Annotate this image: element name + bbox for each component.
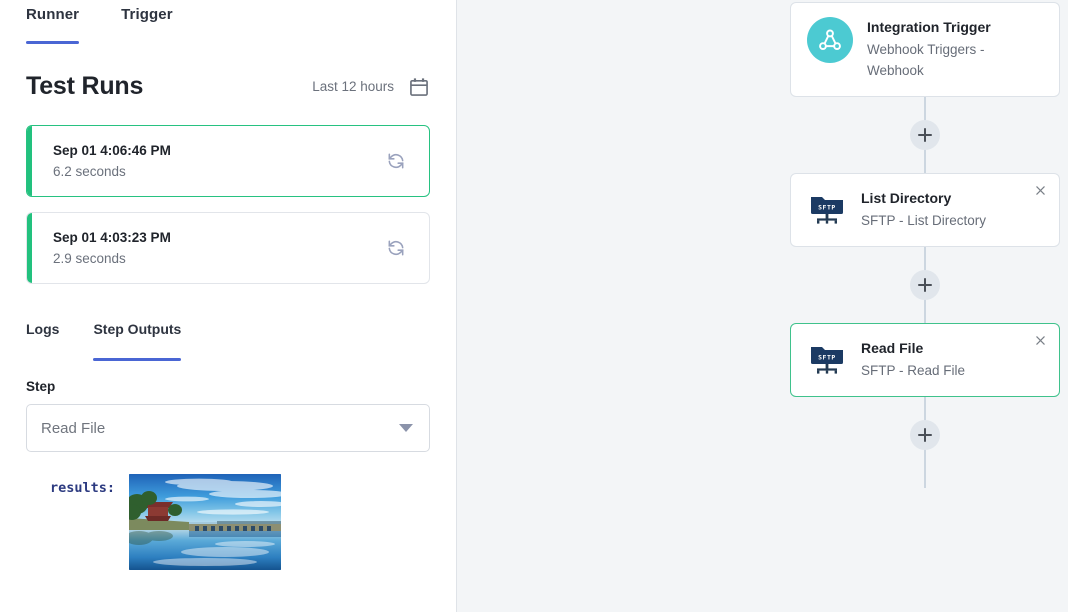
sftp-folder-icon: SFTP (807, 338, 847, 378)
plus-icon[interactable] (910, 419, 940, 450)
plus-icon[interactable] (910, 119, 940, 150)
app-root: Runner Trigger Test Runs Last 12 hours S… (0, 0, 1068, 612)
connector-line (924, 297, 926, 323)
tab-runner-label: Runner (26, 6, 80, 23)
tab-logs-label: Logs (26, 321, 60, 337)
results-key-label: results: (50, 480, 116, 496)
step-selector-group: Step Read File (0, 343, 456, 452)
add-step-slot-1 (790, 119, 1060, 150)
tab-trigger[interactable]: Trigger (121, 0, 173, 23)
svg-text:SFTP: SFTP (818, 353, 836, 361)
node-title: Integration Trigger (867, 19, 991, 35)
connector-line (924, 447, 926, 488)
sftp-folder-icon: SFTP (807, 188, 847, 228)
time-range-control[interactable]: Last 12 hours (312, 76, 430, 98)
tab-step-outputs-label: Step Outputs (93, 321, 182, 337)
node-title: Read File (861, 339, 924, 356)
calendar-icon[interactable] (408, 76, 430, 98)
run-info: Sep 01 4:03:23 PM 2.9 seconds (27, 230, 379, 266)
plus-icon[interactable] (910, 269, 940, 300)
test-run-item-1[interactable]: Sep 01 4:03:23 PM 2.9 seconds (26, 212, 430, 284)
time-range-label: Last 12 hours (312, 79, 394, 94)
left-panel: Runner Trigger Test Runs Last 12 hours S… (0, 0, 457, 612)
test-runs-header: Test Runs Last 12 hours (0, 46, 456, 101)
node-subtitle: SFTP - Read File (861, 362, 966, 378)
node-text-block: Read File SFTP - Read File (861, 338, 965, 382)
run-duration: 2.9 seconds (53, 251, 126, 266)
tab-active-underline (26, 41, 80, 44)
connector-line (924, 147, 926, 173)
tab-runner[interactable]: Runner (26, 0, 80, 44)
run-info: Sep 01 4:06:46 PM 6.2 seconds (27, 143, 379, 179)
tab-step-outputs-underline (93, 358, 182, 361)
add-step-slot-3 (790, 419, 1060, 450)
workflow-node-list-directory[interactable]: SFTP List Directory SFTP - List Director… (790, 172, 1060, 247)
page-title: Test Runs (26, 72, 144, 100)
main-tabbar: Runner Trigger (0, 0, 456, 46)
run-status-accent (27, 126, 32, 196)
refresh-icon[interactable] (379, 231, 413, 265)
step-field-label: Step (26, 379, 56, 394)
connector-line (924, 96, 926, 122)
node-subtitle: SFTP - List Directory (861, 212, 987, 228)
node-title: List Directory (861, 189, 952, 206)
tab-step-outputs[interactable]: Step Outputs (93, 321, 182, 361)
run-duration: 6.2 seconds (53, 164, 126, 179)
workflow-flow: Integration Trigger Webhook Triggers - W… (790, 0, 1060, 488)
tab-trigger-label: Trigger (121, 6, 173, 23)
output-subtabbar: Logs Step Outputs (0, 299, 456, 361)
connector-line (924, 396, 926, 422)
step-select-value: Read File (41, 419, 106, 437)
webhook-icon (807, 17, 853, 63)
node-text-block: Integration Trigger Webhook Triggers - W… (867, 17, 1045, 82)
step-output-results: results: (0, 452, 456, 570)
workflow-node-read-file[interactable]: SFTP Read File SFTP - Read File (790, 322, 1060, 397)
refresh-icon[interactable] (379, 144, 413, 178)
tab-logs[interactable]: Logs (26, 321, 59, 343)
chevron-down-icon (399, 424, 413, 432)
step-select[interactable]: Read File (26, 404, 430, 452)
close-icon[interactable] (1031, 332, 1049, 350)
workflow-node-integration-trigger[interactable]: Integration Trigger Webhook Triggers - W… (790, 2, 1060, 97)
workflow-canvas[interactable]: Integration Trigger Webhook Triggers - W… (457, 0, 1068, 612)
test-runs-list: Sep 01 4:06:46 PM 6.2 seconds Sep 01 4:0… (0, 101, 456, 284)
test-run-item-0[interactable]: Sep 01 4:06:46 PM 6.2 seconds (26, 125, 430, 197)
node-text-block: List Directory SFTP - List Directory (861, 188, 986, 232)
run-status-accent (27, 213, 32, 283)
svg-text:SFTP: SFTP (818, 203, 836, 211)
add-step-slot-2 (790, 269, 1060, 300)
run-timestamp: Sep 01 4:03:23 PM (53, 230, 171, 245)
close-icon[interactable] (1031, 182, 1049, 200)
run-timestamp: Sep 01 4:06:46 PM (53, 143, 171, 158)
node-subtitle: Webhook Triggers - Webhook (867, 42, 985, 78)
result-image-thumbnail[interactable] (129, 474, 282, 570)
connector-line (924, 246, 926, 272)
